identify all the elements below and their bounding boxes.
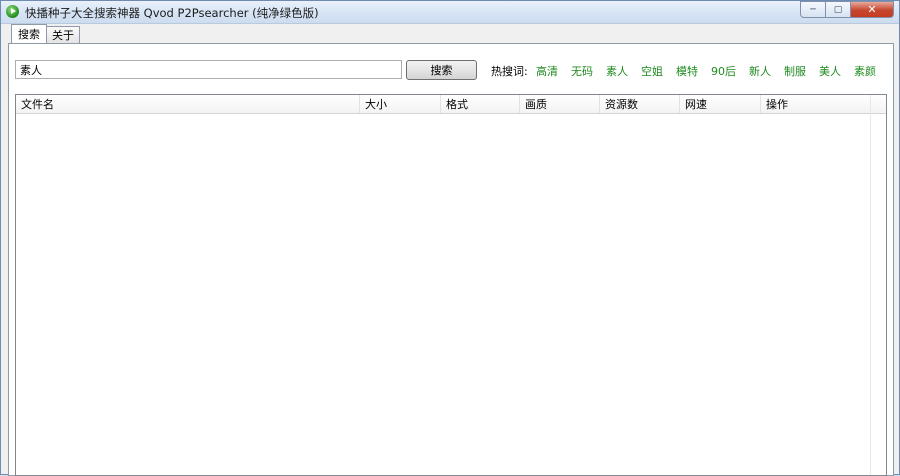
table-scrollbar-track[interactable] — [870, 95, 886, 475]
app-window: 快播种子大全搜索神器 Qvod P2Psearcher (纯净绿色版) ─ ▢ … — [0, 0, 900, 476]
results-table-header: 文件名 大小 格式 画质 资源数 网速 操作 — [16, 95, 886, 114]
tab-about[interactable]: 关于 — [46, 26, 80, 43]
hot-word-link[interactable]: 无码 — [571, 63, 593, 79]
close-icon: ✕ — [867, 3, 877, 16]
hot-word-link[interactable]: 美人 — [819, 63, 841, 79]
minimize-icon: ─ — [810, 4, 816, 15]
hot-word-link[interactable]: 90后 — [711, 63, 736, 79]
search-button[interactable]: 搜索 — [406, 60, 477, 80]
hot-word-link[interactable]: 制服 — [784, 63, 806, 79]
hot-words-list: 高清 无码 素人 空姐 模特 90后 新人 制服 美人 素颜 — [536, 63, 889, 79]
hot-word-link[interactable]: 素颜 — [854, 63, 876, 79]
hot-word-link[interactable]: 素人 — [606, 63, 628, 79]
maximize-icon: ▢ — [833, 4, 843, 15]
search-input[interactable] — [15, 60, 402, 79]
column-header-format[interactable]: 格式 — [441, 95, 520, 113]
tab-strip: 搜索 关于 — [11, 24, 80, 44]
column-header-speed[interactable]: 网速 — [680, 95, 761, 113]
column-header-sources[interactable]: 资源数 — [600, 95, 680, 113]
column-header-filename[interactable]: 文件名 — [16, 95, 360, 113]
close-button[interactable]: ✕ — [851, 1, 894, 18]
column-header-actions[interactable]: 操作 — [761, 95, 871, 113]
maximize-button[interactable]: ▢ — [826, 1, 851, 18]
hot-word-link[interactable]: 新人 — [749, 63, 771, 79]
window-title: 快播种子大全搜索神器 Qvod P2Psearcher (纯净绿色版) — [25, 6, 319, 20]
column-header-size[interactable]: 大小 — [360, 95, 441, 113]
qvod-app-icon — [6, 5, 19, 18]
hot-word-link[interactable]: 空姐 — [641, 63, 663, 79]
hot-word-link[interactable]: 模特 — [676, 63, 698, 79]
column-header-quality[interactable]: 画质 — [520, 95, 600, 113]
window-controls: ─ ▢ ✕ — [800, 1, 894, 19]
tab-search[interactable]: 搜索 — [11, 24, 47, 43]
hot-word-link[interactable]: 高清 — [536, 63, 558, 79]
results-table[interactable]: 文件名 大小 格式 画质 资源数 网速 操作 — [15, 94, 887, 476]
minimize-button[interactable]: ─ — [800, 1, 826, 18]
title-bar[interactable]: 快播种子大全搜索神器 Qvod P2Psearcher (纯净绿色版) ─ ▢ … — [1, 1, 899, 24]
hot-words-label: 热搜词: — [491, 65, 528, 78]
